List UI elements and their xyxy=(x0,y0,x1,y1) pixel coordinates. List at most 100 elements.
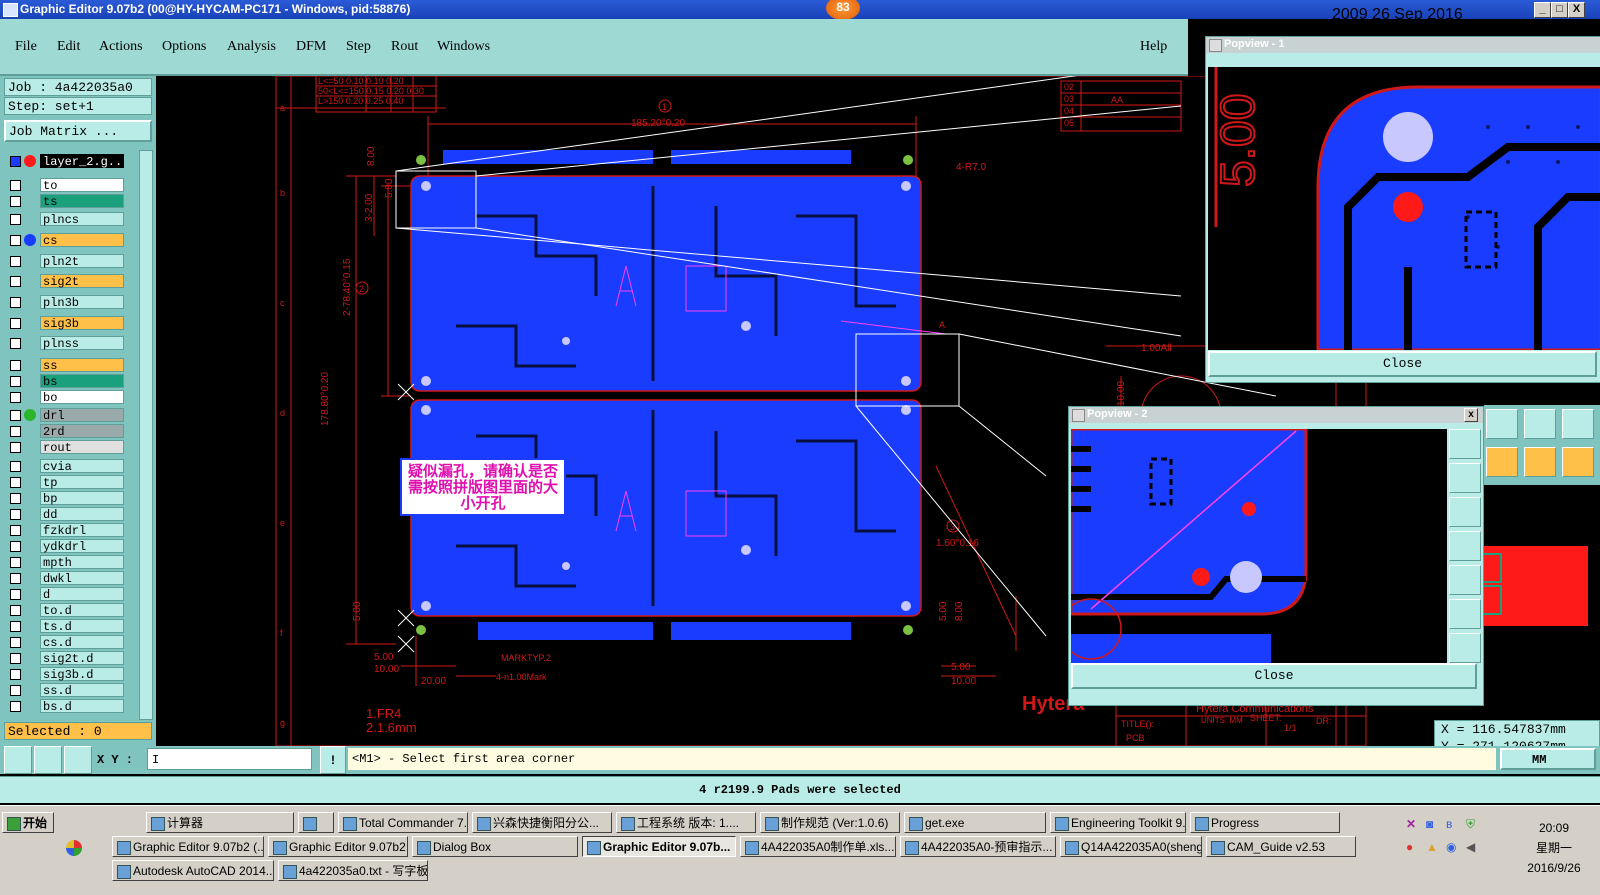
layer-row-mpth[interactable]: mpth xyxy=(8,555,124,570)
taskbar-button[interactable]: 4a422035a0.txt - 写字板 xyxy=(278,860,428,881)
layer-checkbox[interactable] xyxy=(10,653,21,664)
layer-row-rout[interactable]: rout xyxy=(8,440,124,455)
fit-icon[interactable] xyxy=(1449,429,1481,459)
select-pointer-icon[interactable] xyxy=(1486,447,1518,477)
measure-icon[interactable] xyxy=(34,746,62,774)
popview-2-close-button[interactable]: Close xyxy=(1071,663,1477,689)
taskbar-button[interactable]: get.exe xyxy=(904,812,1046,833)
layer-checkbox[interactable] xyxy=(10,297,21,308)
layer-row-ydkdrl[interactable]: ydkdrl xyxy=(8,539,124,554)
layer-row-bs[interactable]: bs xyxy=(8,374,124,389)
layer-checkbox[interactable] xyxy=(10,685,21,696)
menu-file[interactable]: File xyxy=(15,39,37,55)
layer-row-pln3b[interactable]: pln3b xyxy=(8,295,124,310)
layer-checkbox[interactable] xyxy=(10,196,21,207)
layer-checkbox[interactable] xyxy=(10,392,21,403)
pan-right-icon[interactable] xyxy=(1449,565,1481,595)
layer-row-sig3b[interactable]: sig3b xyxy=(8,316,124,331)
tray-sync-icon[interactable]: ◉ xyxy=(1446,840,1456,854)
menu-help[interactable]: Help xyxy=(1140,39,1167,55)
menu-windows[interactable]: Windows xyxy=(437,39,490,55)
bluetooth-icon[interactable]: ʙ xyxy=(1446,817,1452,831)
clock[interactable]: 20:09 星期一 2016/9/26 xyxy=(1510,818,1598,878)
layer-checkbox[interactable] xyxy=(10,637,21,648)
layer-checkbox[interactable] xyxy=(10,426,21,437)
active-layer[interactable]: layer_2.g.. xyxy=(8,154,124,169)
job-matrix-button[interactable]: Job Matrix ... xyxy=(4,120,152,142)
taskbar-button[interactable]: CAM_Guide v2.53 xyxy=(1206,836,1356,857)
layer-row-tp[interactable]: tp xyxy=(8,475,124,490)
taskbar-button[interactable]: Autodesk AutoCAD 2014... xyxy=(112,860,274,881)
taskbar-button[interactable]: Progress xyxy=(1190,812,1340,833)
layer-row-sig3b-d[interactable]: sig3b.d xyxy=(8,667,124,682)
attribute-a-icon[interactable] xyxy=(1524,409,1556,439)
tray-app-icon[interactable]: ● xyxy=(1406,840,1413,854)
layer-row-to-d[interactable]: to.d xyxy=(8,603,124,618)
layer-row-bp[interactable]: bp xyxy=(8,491,124,506)
layer-checkbox[interactable] xyxy=(10,701,21,712)
taskbar-button[interactable]: 4A422035A0-预审指示... xyxy=(900,836,1056,857)
popview-2-close-icon[interactable]: x xyxy=(1464,408,1478,422)
layer-row-fzkdrl[interactable]: fzkdrl xyxy=(8,523,124,538)
popview-1-view[interactable]: 5.00 xyxy=(1208,67,1600,350)
taskbar-button[interactable]: 计算器 xyxy=(146,812,294,833)
taskbar-button[interactable]: 工程系统 版本: 1.... xyxy=(616,812,756,833)
layer-row-pln2t[interactable]: pln2t xyxy=(8,254,124,269)
layer-checkbox[interactable] xyxy=(10,669,21,680)
layer-checkbox[interactable] xyxy=(10,410,21,421)
taskbar-button[interactable]: 制作规范 (Ver:1.0.6) xyxy=(760,812,900,833)
layer-checkbox[interactable] xyxy=(10,256,21,267)
layer-row-cs[interactable]: cs xyxy=(8,233,124,248)
close-button[interactable]: X xyxy=(1568,2,1585,18)
warning-icon[interactable]: ▲ xyxy=(1426,840,1438,854)
menu-step[interactable]: Step xyxy=(346,39,371,55)
layer-row-bs-d[interactable]: bs.d xyxy=(8,699,124,714)
layer-checkbox[interactable] xyxy=(10,573,21,584)
zoom-out-icon[interactable] xyxy=(1449,497,1481,527)
popview-1-close-button[interactable]: Close xyxy=(1208,351,1597,377)
layer-checkbox[interactable] xyxy=(10,493,21,504)
menu-edit[interactable]: Edit xyxy=(57,39,80,55)
layer-row-plncs[interactable]: plncs xyxy=(8,212,124,227)
taskbar-button[interactable]: Engineering Toolkit 9.... xyxy=(1050,812,1186,833)
layer-checkbox[interactable] xyxy=(10,360,21,371)
taskbar-button[interactable]: Total Commander 7.0 ... xyxy=(338,812,468,833)
minimize-button[interactable]: _ xyxy=(1534,2,1551,18)
layer-row-dd[interactable]: dd xyxy=(8,507,124,522)
xy-input[interactable]: I xyxy=(147,748,312,770)
layer-checkbox[interactable] xyxy=(10,477,21,488)
windows-logo-icon[interactable] xyxy=(66,840,82,856)
pan-left-icon[interactable] xyxy=(1449,531,1481,561)
layer-checkbox[interactable] xyxy=(10,276,21,287)
layer-checkbox[interactable] xyxy=(10,509,21,520)
layer-checkbox[interactable] xyxy=(10,461,21,472)
taskbar-button[interactable]: Dialog Box xyxy=(412,836,578,857)
attribute-a-icon[interactable] xyxy=(1562,409,1594,439)
taskbar-button[interactable]: Graphic Editor 9.07b... xyxy=(582,836,736,857)
layer-row-bo[interactable]: bo xyxy=(8,390,124,405)
layer-row-sig2t[interactable]: sig2t xyxy=(8,274,124,289)
shield-icon[interactable]: ⛨ xyxy=(1466,817,1475,832)
layer-checkbox[interactable] xyxy=(10,621,21,632)
layer-checkbox[interactable] xyxy=(10,541,21,552)
layer-checkbox[interactable] xyxy=(10,235,21,246)
active-layer-checkbox[interactable] xyxy=(10,156,21,167)
start-button[interactable]: 开始 xyxy=(2,812,54,833)
taskbar-button[interactable]: 4A422035A0制作单.xls... xyxy=(740,836,896,857)
taskbar-button[interactable]: Graphic Editor 9.07b2 (... xyxy=(268,836,408,857)
layer-row-plnss[interactable]: plnss xyxy=(8,336,124,351)
popview-2-view[interactable] xyxy=(1071,429,1447,671)
select-pointer-icon[interactable] xyxy=(1562,447,1594,477)
menu-actions[interactable]: Actions xyxy=(99,39,143,55)
expand-icon[interactable] xyxy=(1449,599,1481,629)
layer-checkbox[interactable] xyxy=(10,180,21,191)
menu-analysis[interactable]: Analysis xyxy=(227,39,276,55)
layer-row-ts-d[interactable]: ts.d xyxy=(8,619,124,634)
layer-row-ss-d[interactable]: ss.d xyxy=(8,683,124,698)
taskbar-button[interactable]: Graphic Editor 9.07b2 (... xyxy=(112,836,264,857)
taskbar-button[interactable]: 兴森快捷衡阳分公... xyxy=(472,812,612,833)
layer-checkbox[interactable] xyxy=(10,318,21,329)
layer-checkbox[interactable] xyxy=(10,557,21,568)
snap-icon[interactable] xyxy=(4,746,32,774)
layer-checkbox[interactable] xyxy=(10,376,21,387)
